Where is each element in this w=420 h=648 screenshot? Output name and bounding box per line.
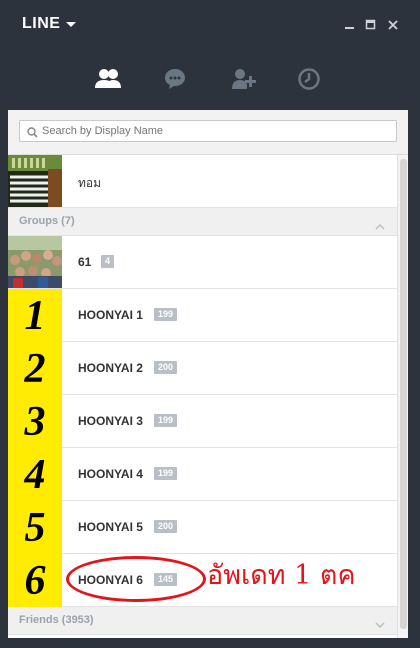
maximize-icon[interactable]	[365, 18, 377, 30]
avatar	[8, 236, 62, 288]
avatar: 1	[8, 289, 62, 342]
search-icon	[27, 125, 38, 143]
add-friend-tab-icon[interactable]	[229, 64, 259, 94]
chevron-down-icon[interactable]	[375, 616, 385, 634]
app-menu-chevron-icon[interactable]	[66, 22, 76, 27]
timeline-tab-icon[interactable]	[294, 64, 324, 94]
member-count-badge: 200	[154, 361, 178, 374]
avatar-number: 2	[24, 345, 46, 392]
search-input[interactable]	[42, 123, 382, 139]
member-count-badge: 200	[154, 520, 178, 533]
avatar: 4	[8, 448, 62, 501]
group-name: HOONYAI 2	[78, 361, 143, 375]
section-title: Friends (3953)	[19, 614, 94, 626]
avatar-number: 6	[24, 557, 46, 604]
member-count-badge: 4	[101, 255, 115, 268]
group-row[interactable]: 61 4	[8, 236, 397, 289]
group-name: HOONYAI 5	[78, 520, 143, 534]
group-row[interactable]: 2 HOONYAI 2 200	[8, 342, 397, 395]
avatar-number: 3	[24, 398, 46, 445]
member-count-badge: 199	[154, 467, 178, 480]
section-title: Groups (7)	[19, 215, 75, 227]
group-name: 61	[78, 255, 92, 269]
group-name: HOONYAI 1	[78, 308, 143, 322]
app-logo[interactable]: LINE	[22, 15, 60, 33]
chevron-up-icon[interactable]	[375, 217, 385, 235]
avatar: 3	[8, 395, 62, 448]
highlight-circle	[66, 556, 206, 602]
avatar	[8, 155, 62, 207]
minimize-icon[interactable]	[344, 18, 356, 30]
app-window: LINE Search by Display Name ทอม Groups (…	[0, 0, 420, 648]
avatar-number: 1	[24, 292, 46, 339]
contact-row-top[interactable]: ทอม	[8, 155, 397, 208]
avatar-number: 4	[24, 451, 46, 498]
groups-section-header[interactable]: Groups (7)	[8, 208, 397, 236]
avatar: 6	[8, 554, 62, 607]
group-row[interactable]: 1 HOONYAI 1 199	[8, 289, 397, 342]
group-name: HOONYAI 4	[78, 467, 143, 481]
avatar: 5	[8, 501, 62, 554]
main-nav	[0, 50, 420, 108]
group-row[interactable]: 4 HOONYAI 4 199	[8, 448, 397, 501]
group-name: HOONYAI 3	[78, 414, 143, 428]
friends-section-header[interactable]: Friends (3953)	[8, 607, 397, 635]
avatar-number: 5	[24, 504, 46, 551]
scrollbar-thumb[interactable]	[400, 159, 407, 629]
avatar: 2	[8, 342, 62, 395]
title-bar: LINE	[0, 0, 420, 50]
member-count-badge: 199	[154, 414, 178, 427]
search-box[interactable]	[19, 120, 397, 142]
friends-tab-icon[interactable]	[93, 64, 123, 94]
group-row[interactable]: 5 HOONYAI 5 200	[8, 501, 397, 554]
search-bar	[8, 110, 408, 155]
contact-name: ทอม	[78, 176, 102, 190]
annotation-text: อัพเดท 1 ตค	[207, 560, 356, 591]
scrollbar[interactable]	[397, 155, 408, 638]
chats-tab-icon[interactable]	[160, 64, 190, 94]
group-row[interactable]: 3 HOONYAI 3 199	[8, 395, 397, 448]
member-count-badge: 199	[154, 308, 178, 321]
close-icon[interactable]	[387, 18, 399, 30]
